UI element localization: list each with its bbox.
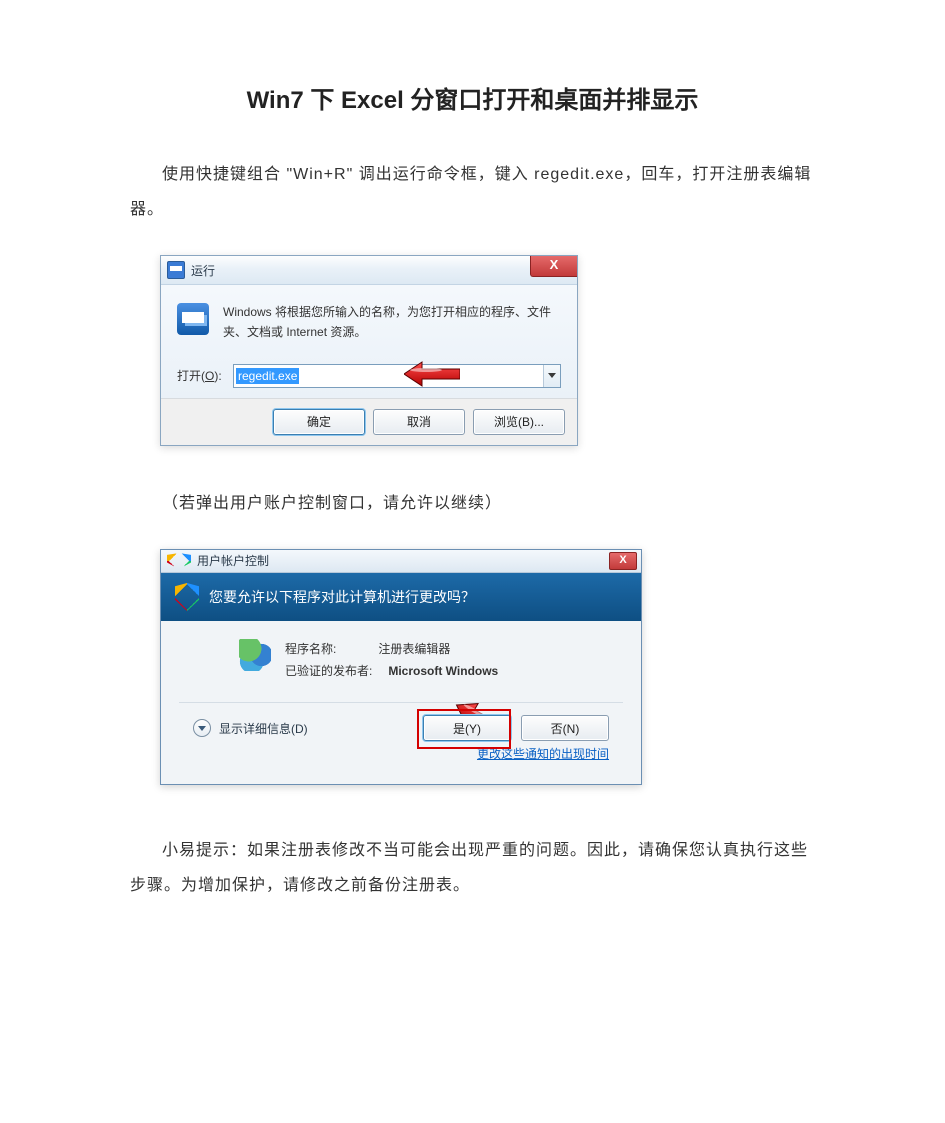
run-dialog: 运行 X Windows 将根据您所输入的名称，为您打开相应的程序、文件夹、文档… <box>160 255 578 445</box>
run-program-icon <box>177 303 209 335</box>
uac-question-text: 您要允许以下程序对此计算机进行更改吗？ <box>209 587 475 607</box>
paragraph-uac-note: （若弹出用户账户控制窗口，请允许以继续） <box>130 486 815 521</box>
browse-button[interactable]: 浏览(B)... <box>473 409 565 435</box>
regedit-icon <box>239 639 271 671</box>
publisher-row: 已验证的发布者: Microsoft Windows <box>285 661 498 683</box>
ok-button[interactable]: 确定 <box>273 409 365 435</box>
change-notification-link[interactable]: 更改这些通知的出现时间 <box>477 747 609 761</box>
open-combobox[interactable]: regedit.exe <box>233 364 561 388</box>
shield-icon <box>175 583 199 611</box>
page-title: Win7 下 Excel 分窗口打开和桌面并排显示 <box>130 80 815 115</box>
uac-titlebar[interactable]: 用户帐户控制 X <box>161 550 641 573</box>
no-button[interactable]: 否(N) <box>521 715 609 741</box>
run-description: Windows 将根据您所输入的名称，为您打开相应的程序、文件夹、文档或 Int… <box>223 303 561 341</box>
run-title-text: 运行 <box>191 262 215 279</box>
uac-title-text: 用户帐户控制 <box>197 552 269 569</box>
program-name-label: 程序名称: <box>285 639 375 661</box>
yes-button[interactable]: 是(Y) <box>423 715 511 741</box>
program-name-row: 程序名称: 注册表编辑器 <box>285 639 498 661</box>
paragraph-tip: 小易提示：如果注册表修改不当可能会出现严重的问题。因此，请确保您认真执行这些步骤… <box>130 833 815 903</box>
chevron-down-icon[interactable] <box>193 719 211 737</box>
close-button[interactable]: X <box>530 256 577 277</box>
open-label: 打开(O): <box>177 367 233 384</box>
show-details-link[interactable]: 显示详细信息(D) <box>219 720 308 737</box>
cancel-button[interactable]: 取消 <box>373 409 465 435</box>
close-button[interactable]: X <box>609 552 637 570</box>
run-titlebar[interactable]: 运行 X <box>161 256 577 285</box>
paragraph-intro: 使用快捷键组合 "Win+R" 调出运行命令框，键入 regedit.exe，回… <box>130 157 815 227</box>
open-input-value[interactable]: regedit.exe <box>236 368 299 384</box>
red-arrow-icon <box>404 359 460 389</box>
uac-dialog: 用户帐户控制 X 您要允许以下程序对此计算机进行更改吗？ 程序名称: 注册表编辑… <box>160 549 642 785</box>
shield-icon <box>167 553 191 569</box>
chevron-down-icon[interactable] <box>543 365 560 387</box>
publisher-value: Microsoft Windows <box>388 664 498 678</box>
program-name-value: 注册表编辑器 <box>378 642 450 656</box>
publisher-label: 已验证的发布者: <box>285 661 385 683</box>
uac-question-bar: 您要允许以下程序对此计算机进行更改吗？ <box>161 573 641 621</box>
run-icon <box>167 261 185 279</box>
